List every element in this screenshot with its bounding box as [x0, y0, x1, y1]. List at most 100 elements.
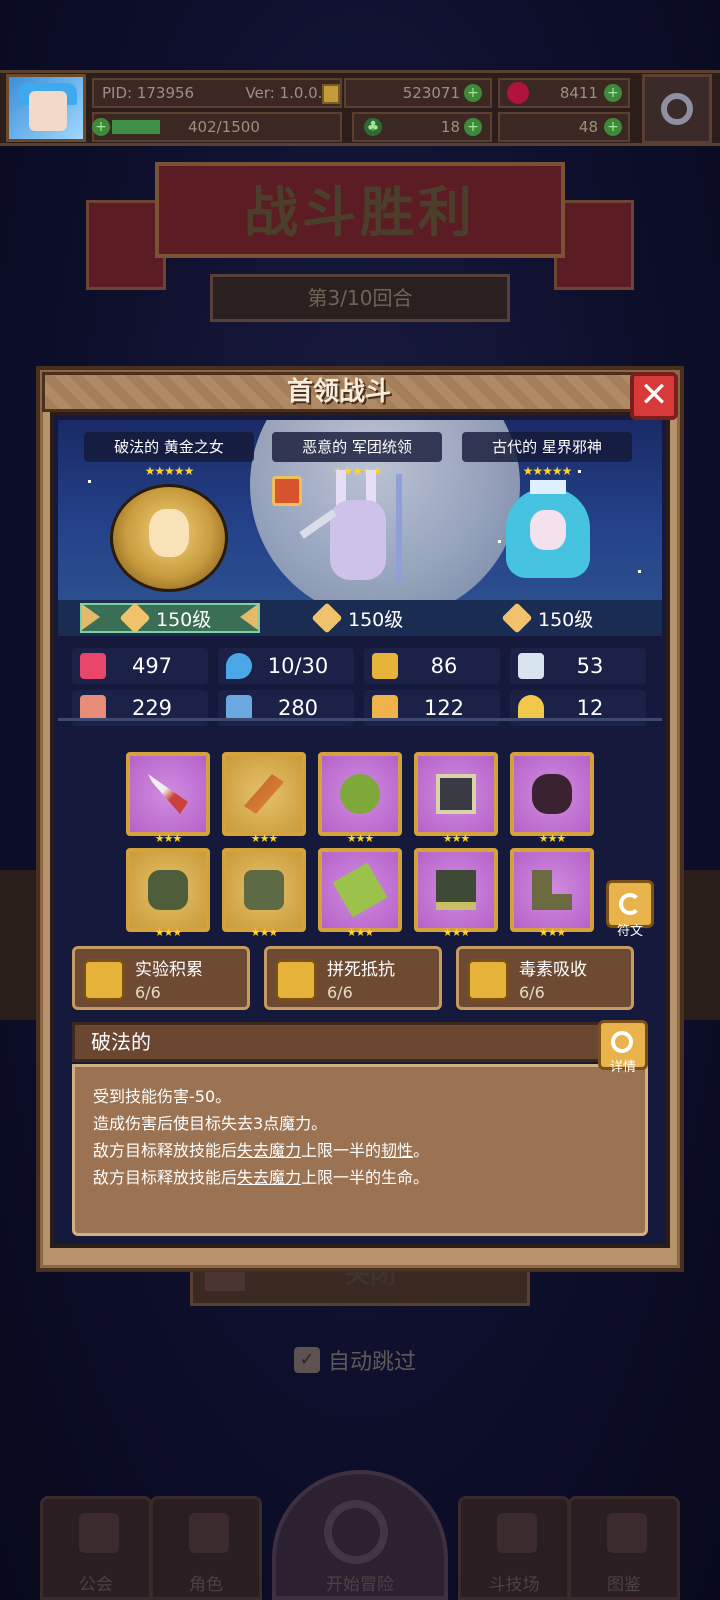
- helmet-icon: [532, 774, 572, 814]
- gear-icon: [661, 93, 693, 125]
- skill-name: 实验积累: [135, 960, 203, 980]
- skill-card-3[interactable]: 毒素吸收 6/6: [456, 946, 634, 1010]
- detail-label: 详情: [609, 1060, 636, 1075]
- refresh-icon: [619, 893, 641, 915]
- equip-slot-boots[interactable]: [510, 848, 594, 932]
- skill-card-2[interactable]: 拼死抵抗 6/6: [264, 946, 442, 1010]
- boss-level-2[interactable]: 150级: [311, 602, 403, 634]
- heart-icon: [80, 653, 106, 679]
- skill-icon: [275, 959, 317, 1001]
- helmet-icon: [148, 870, 188, 910]
- equip-slot-gauntlet[interactable]: [318, 848, 402, 932]
- gem-socket-icon: [436, 774, 476, 814]
- equip-slot-sword[interactable]: [126, 752, 210, 836]
- equip-stars: ★★★: [346, 926, 375, 939]
- dialog-close-button[interactable]: ✕: [630, 372, 678, 420]
- equip-slot-wand[interactable]: [222, 752, 306, 836]
- equip-stars: ★★★: [154, 926, 183, 939]
- magnifier-icon: [611, 1031, 633, 1053]
- trait-line: 造成伤害后使目标失去3点魔力。: [93, 1114, 328, 1133]
- nav-label-guild: 公会: [79, 1575, 113, 1595]
- equip-slot-chest[interactable]: [222, 848, 306, 932]
- stat-speed: 53: [510, 648, 646, 684]
- stat-hp-value: 497: [131, 654, 173, 678]
- boss-level-1[interactable]: 150级: [119, 602, 212, 634]
- equip-slot-amulet[interactable]: [318, 752, 402, 836]
- boss-body: [330, 500, 386, 580]
- gauntlet-icon: [332, 862, 388, 918]
- boss-name-2: 恶意的 军团统领: [272, 432, 442, 462]
- pid-row: PID: 173956 Ver: 1.0.0.9: [92, 78, 342, 108]
- trait-text: 。: [413, 1141, 430, 1160]
- auto-skip-toggle[interactable]: ✓ 自动跳过: [294, 1344, 416, 1376]
- boss-level-1-text: 150级: [156, 608, 212, 631]
- trait-line: 敌方目标释放技能后失去魔力上限一半的生命。: [93, 1164, 627, 1191]
- amulet-icon: [340, 774, 380, 814]
- trait-keyword-link[interactable]: 失去魔力: [237, 1141, 301, 1160]
- skill-count: 6/6: [327, 983, 353, 1002]
- boss-golden-maiden[interactable]: [110, 484, 228, 592]
- clover-icon: ♣: [364, 118, 382, 136]
- wing-icon: [518, 653, 544, 679]
- trait-keyword-link[interactable]: 韧性: [381, 1141, 413, 1160]
- crossed-swords-icon: [497, 1513, 537, 1553]
- equip-stars: ★★★: [250, 926, 279, 939]
- boss-stars-3: ★★★★★: [522, 464, 573, 478]
- equip-slot-armor-helm[interactable]: [126, 848, 210, 932]
- staff-level-icon: [501, 602, 533, 634]
- boss-legion-commander[interactable]: [292, 470, 422, 590]
- trait-text: 敌方目标释放技能后: [93, 1141, 238, 1160]
- boss-face: [530, 510, 566, 550]
- player-avatar[interactable]: [6, 74, 86, 142]
- nav-label-arena: 斗技场: [488, 1575, 540, 1595]
- stat-magic-value: 280: [277, 696, 319, 720]
- sword-level-icon: [311, 602, 343, 634]
- add-clover-icon[interactable]: +: [464, 118, 482, 136]
- stamina-value: 402/1500: [188, 118, 260, 136]
- boss-astral-deity[interactable]: [500, 478, 596, 590]
- dialog-title: 首领战斗: [286, 377, 391, 407]
- equip-slot-belt[interactable]: [414, 848, 498, 932]
- add-gem-icon[interactable]: +: [604, 84, 622, 102]
- trait-line: 敌方目标释放技能后失去魔力上限一半的韧性。: [93, 1137, 627, 1164]
- add-stamina-icon[interactable]: +: [92, 118, 110, 136]
- boots-icon: [532, 870, 572, 910]
- banner-wing-left: [86, 200, 166, 290]
- trait-title: 破法的: [72, 1022, 602, 1062]
- character-icon: [189, 1513, 229, 1553]
- settings-button[interactable]: [642, 74, 712, 144]
- skill-icon: [467, 959, 509, 1001]
- skill-count: 6/6: [135, 983, 161, 1002]
- boss-level-3[interactable]: 150级: [501, 602, 593, 634]
- stat-resist-value: 122: [423, 696, 465, 720]
- stat-speed-value: 53: [576, 654, 604, 678]
- equip-stars: ★★★: [442, 832, 471, 845]
- equip-slot-gem[interactable]: [414, 752, 498, 836]
- divider: [58, 718, 662, 721]
- coin-icon: [322, 84, 340, 104]
- banner-wing-right: [554, 200, 634, 290]
- stat-mana-value: 10/30: [267, 654, 329, 678]
- trait-keyword-link[interactable]: 失去魔力: [237, 1168, 301, 1187]
- pid-text: PID: 173956: [102, 84, 195, 102]
- guild-icon: [79, 1513, 119, 1553]
- nav-label-codex: 图鉴: [607, 1575, 641, 1595]
- add-gold-icon[interactable]: +: [464, 84, 482, 102]
- stat-hp: 497: [72, 648, 208, 684]
- add-key-icon[interactable]: +: [604, 118, 622, 136]
- auto-skip-label: 自动跳过: [328, 1350, 417, 1375]
- magnifier-icon: [324, 1500, 388, 1564]
- equip-slot-helm[interactable]: [510, 752, 594, 836]
- skill-name: 拼死抵抗: [327, 960, 395, 980]
- trait-text: 上限一半的: [301, 1141, 382, 1160]
- side-panel-left: [0, 870, 40, 1020]
- equip-stars: ★★★: [154, 832, 183, 845]
- skill-card-1[interactable]: 实验积累 6/6: [72, 946, 250, 1010]
- stamina-bar: [112, 120, 160, 134]
- star-decoration: [88, 480, 91, 483]
- skill-count: 6/6: [519, 983, 545, 1002]
- trait-text: 敌方目标释放技能后: [93, 1168, 238, 1187]
- boss-name-3: 古代的 星界邪神: [462, 432, 632, 462]
- trait-description: 受到技能伤害-50。 造成伤害后使目标失去3点魔力。 敌方目标释放技能后失去魔力…: [72, 1064, 648, 1236]
- stat-mana: 10/30: [218, 648, 354, 684]
